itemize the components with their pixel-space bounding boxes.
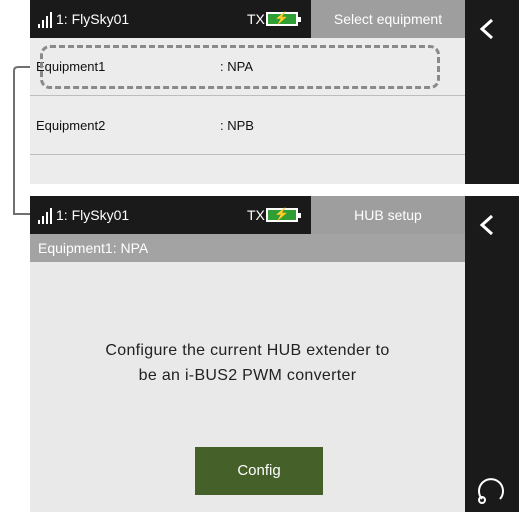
equipment-subheader: Equipment1: NPA (30, 234, 465, 262)
selection-highlight (40, 45, 440, 89)
signal-icon (38, 12, 52, 28)
page-title: HUB setup (311, 196, 465, 234)
model-name: 1: FlySky01 (56, 207, 130, 223)
battery-icon: ⚡ (266, 207, 301, 222)
message-line-2: be an i-BUS2 PWM converter (138, 367, 357, 384)
message-line-1: Configure the current HUB extender to (105, 342, 390, 359)
hub-setup-screen: 1: FlySky01 TX ⚡ HUB setup Equipment1: N… (30, 196, 519, 512)
right-sidebar (465, 196, 519, 512)
signal-icon (38, 208, 52, 224)
rotate-icon[interactable] (473, 472, 507, 506)
equipment-value: : NPB (220, 118, 254, 133)
equipment-row-2[interactable]: Equipment2 : NPB (30, 97, 465, 155)
select-equipment-screen: 1: FlySky01 TX ⚡ Select equipment Equipm… (30, 0, 519, 184)
equipment-name: Equipment2 (36, 118, 106, 133)
battery-icon: ⚡ (266, 11, 301, 26)
status-bar: 1: FlySky01 TX ⚡ HUB setup (30, 196, 465, 234)
tx-label: TX (247, 207, 265, 223)
config-message: Configure the current HUB extender to be… (60, 338, 435, 388)
right-sidebar (465, 0, 519, 184)
status-bar: 1: FlySky01 TX ⚡ Select equipment (30, 0, 465, 38)
model-name: 1: FlySky01 (56, 11, 130, 27)
tx-label: TX (247, 11, 265, 27)
back-icon[interactable] (477, 214, 499, 236)
page-title: Select equipment (311, 0, 465, 38)
back-icon[interactable] (477, 18, 499, 40)
config-button[interactable]: Config (195, 447, 323, 495)
